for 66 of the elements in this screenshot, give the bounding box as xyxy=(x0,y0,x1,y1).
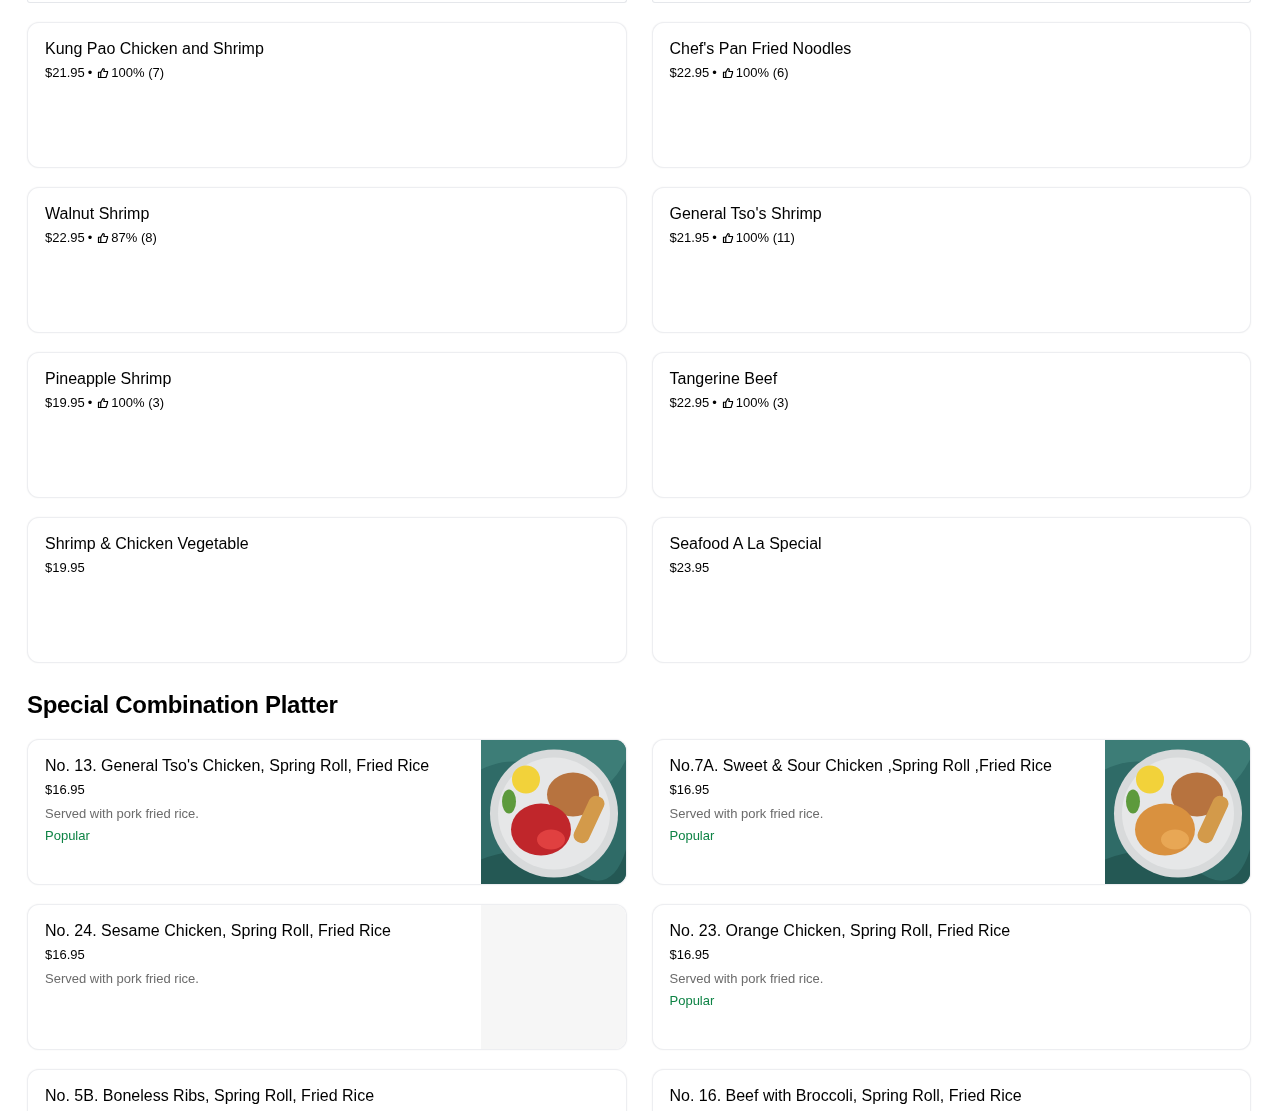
item-name: Chef's Pan Fried Noodles xyxy=(669,39,853,59)
item-name: Kung Pao Chicken and Shrimp xyxy=(45,39,265,59)
separator-dot: • xyxy=(712,64,717,82)
item-name: Pineapple Shrimp xyxy=(45,369,173,389)
item-rating: 100% (6) xyxy=(735,64,789,82)
item-price: $16.95 xyxy=(669,781,710,799)
menu-item-card[interactable]: Chef's Pan Fried Noodles $22.95 • 100% (6) xyxy=(651,22,1251,168)
item-rating: 100% (3) xyxy=(735,394,789,412)
item-price: $22.95 xyxy=(669,394,710,412)
thumbs-up-icon xyxy=(721,232,734,244)
item-price: $16.95 xyxy=(45,946,85,964)
item-rating: 100% (3) xyxy=(111,394,165,412)
menu-item-card[interactable]: Tangerine Beef $22.95 • 100% (3) xyxy=(651,352,1251,498)
item-name: Walnut Shrimp xyxy=(45,204,151,224)
popular-label: Popular xyxy=(669,827,716,845)
item-name: Tangerine Beef xyxy=(669,369,779,389)
item-price: $16.95 xyxy=(669,946,710,964)
item-price: $22.95 xyxy=(45,229,85,247)
item-name: Seafood A La Special xyxy=(669,534,823,554)
thumbs-up-icon xyxy=(97,67,110,79)
item-name: No.7A. Sweet & Sour Chicken ,Spring Roll ,Fried Rice xyxy=(669,756,1053,776)
popular-label: Popular xyxy=(45,827,91,845)
thumbs-up-icon xyxy=(721,397,734,409)
item-price: $23.95 xyxy=(669,559,710,577)
menu-item-card[interactable]: No. 5B. Boneless Ribs, Spring Roll, Fried Rice xyxy=(27,1069,627,1111)
separator-dot: • xyxy=(712,394,717,412)
thumbs-up-icon xyxy=(721,67,734,79)
item-name: No. 13. General Tso's Chicken, Spring Roll, Fried Rice xyxy=(45,756,431,776)
popular-label: Popular xyxy=(669,992,716,1010)
separator-dot: • xyxy=(87,229,93,247)
item-name: No. 24. Sesame Chicken, Spring Roll, Fried Rice xyxy=(45,921,392,941)
section-heading: Special Combination Platter xyxy=(27,690,339,720)
item-price: $21.95 xyxy=(669,229,710,247)
menu-item-card[interactable]: General Tso's Shrimp $21.95 • 100% (11) xyxy=(651,187,1251,333)
item-price: $21.95 xyxy=(45,64,85,82)
item-price: $16.95 xyxy=(45,781,85,799)
item-name: No. 5B. Boneless Ribs, Spring Roll, Fried Rice xyxy=(45,1086,376,1106)
item-name: Shrimp & Chicken Vegetable xyxy=(45,534,250,554)
separator-dot: • xyxy=(87,64,93,82)
item-rating: 87% (8) xyxy=(111,229,157,247)
item-rating: 100% (11) xyxy=(735,229,795,247)
menu-item-card[interactable]: No. 24. Sesame Chicken, Spring Roll, Fried Rice $16.95 Served with pork fried rice. xyxy=(27,904,627,1050)
item-name: No. 23. Orange Chicken, Spring Roll, Fried Rice xyxy=(669,921,1012,941)
thumbs-up-icon xyxy=(97,232,110,244)
thumbs-up-icon xyxy=(97,397,110,409)
separator-dot: • xyxy=(712,229,717,247)
item-name: No. 16. Beef with Broccoli, Spring Roll, Fried Rice xyxy=(669,1086,1023,1106)
menu-item-card[interactable]: Seafood A La Special $23.95 xyxy=(651,517,1251,663)
item-rating: 100% (7) xyxy=(111,64,165,82)
item-description: Served with pork fried rice. xyxy=(669,805,825,823)
item-name: General Tso's Shrimp xyxy=(669,204,823,224)
menu-item-card[interactable]: No. 13. General Tso's Chicken, Spring Roll, Fried Rice $16.95 Served with pork fried rice. Popular xyxy=(27,739,627,885)
menu-item-card[interactable]: No. 16. Beef with Broccoli, Spring Roll, Fried Rice xyxy=(651,1069,1251,1111)
item-description: Served with pork fried rice. xyxy=(45,805,200,823)
menu-item-card[interactable]: Kung Pao Chicken and Shrimp $21.95 • 100% (7) xyxy=(27,22,627,168)
menu-item-card[interactable]: Shrimp & Chicken Vegetable $19.95 xyxy=(27,517,627,663)
menu-item-card[interactable]: No. 23. Orange Chicken, Spring Roll, Fried Rice $16.95 Served with pork fried rice. Popular xyxy=(651,904,1251,1050)
item-price: $19.95 xyxy=(45,559,85,577)
menu-item-card[interactable]: No.7A. Sweet & Sour Chicken ,Spring Roll ,Fried Rice $16.95 Served with pork fried rice. Popular xyxy=(651,739,1251,885)
menu-item-card[interactable]: Walnut Shrimp $22.95 • 87% (8) xyxy=(27,187,627,333)
item-price: $19.95 xyxy=(45,394,85,412)
separator-dot: • xyxy=(87,394,93,412)
item-price: $22.95 xyxy=(669,64,710,82)
item-description: Served with pork fried rice. xyxy=(669,970,825,988)
item-description: Served with pork fried rice. xyxy=(45,970,200,988)
menu-item-card[interactable]: Pineapple Shrimp $19.95 • 100% (3) xyxy=(27,352,627,498)
